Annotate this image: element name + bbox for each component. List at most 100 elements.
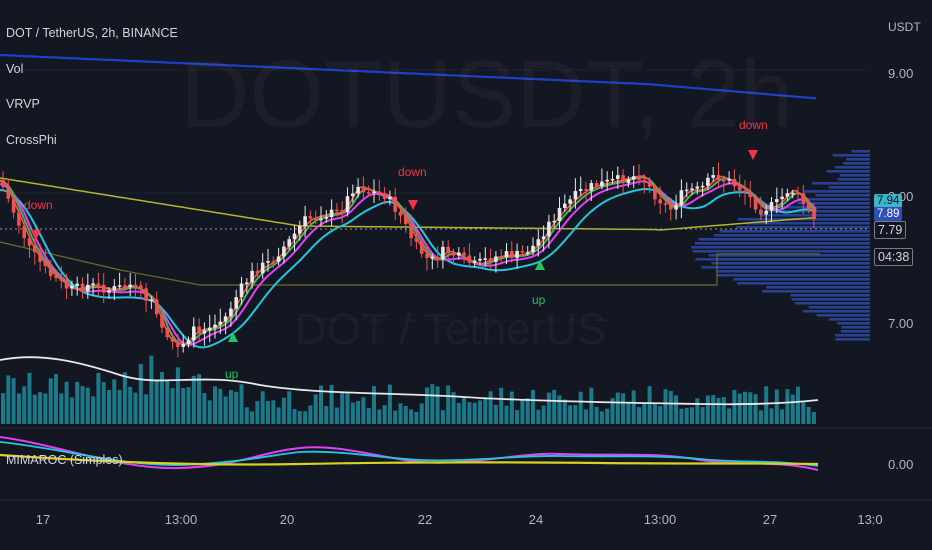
volume-bar (525, 398, 530, 424)
osc-label-zero: 0.00 (888, 457, 914, 472)
candle-body (154, 299, 159, 315)
price-chart[interactable] (0, 0, 932, 550)
candle-body (674, 205, 678, 210)
time-label-22: 22 (417, 512, 433, 527)
candle-body (303, 216, 307, 226)
volume-bar (239, 384, 244, 424)
candle-body (96, 283, 101, 285)
candle-body (117, 285, 122, 287)
candle-body (732, 179, 737, 187)
volume-bar (27, 372, 32, 424)
down-arrow-icon (408, 200, 418, 210)
candle-body (775, 199, 779, 203)
price-label-7: 7.00 (888, 316, 914, 331)
candle-body (578, 189, 583, 192)
profile-bar (835, 338, 870, 341)
profile-bar (714, 234, 870, 237)
candle-body (764, 210, 768, 215)
volume-bar (207, 400, 212, 424)
candle-body (435, 256, 440, 260)
candle-body (64, 280, 69, 289)
volume-bar (59, 393, 64, 424)
volume-bar (440, 410, 445, 424)
ma-long-line (0, 53, 817, 100)
candle-body (38, 252, 42, 262)
candle-body (510, 251, 514, 258)
candle-body (515, 251, 519, 258)
volume-bar (562, 399, 567, 424)
profile-bar (737, 282, 870, 285)
profile-bar (695, 258, 870, 261)
candle-body (22, 225, 26, 239)
volume-bar (806, 406, 811, 424)
volume-bar (663, 389, 668, 424)
volume-bar (133, 392, 138, 424)
candle-body (192, 326, 196, 341)
candle-body (642, 179, 647, 183)
volume-bar (467, 402, 472, 424)
volume-bar (202, 393, 207, 424)
candle-body (695, 186, 700, 189)
profile-bar (701, 266, 870, 269)
volume-bar (181, 388, 186, 424)
candle-body (250, 270, 254, 283)
volume-bar (716, 397, 721, 424)
volume-bar (668, 390, 673, 424)
indicator-crossphi[interactable]: CrossPhi (6, 133, 57, 147)
candle-body (785, 193, 790, 197)
profile-bar (837, 322, 870, 325)
volume-bar (308, 405, 313, 424)
candle-body (801, 193, 806, 204)
volume-bar (748, 392, 753, 424)
candle-body (669, 203, 673, 210)
candle-body (329, 209, 334, 218)
volume-bar (573, 405, 578, 424)
candle-body (616, 175, 620, 179)
volume-bar (409, 409, 414, 424)
candle-body (218, 321, 223, 325)
candle-body (409, 224, 413, 239)
indicator-vol[interactable]: Vol (6, 62, 23, 76)
volume-bar (520, 399, 525, 424)
profile-bar (776, 206, 870, 209)
candle-body (653, 186, 657, 200)
volume-bar (122, 372, 127, 424)
volume-bar (578, 391, 583, 424)
profile-bar (835, 334, 870, 337)
volume-bar (700, 407, 705, 424)
profile-bar (762, 290, 870, 293)
candle-body (626, 179, 631, 183)
indicator-vrvp[interactable]: VRVP (6, 97, 40, 111)
candle-body (520, 251, 525, 253)
ema-cyan-line (0, 187, 817, 349)
volume-bar (743, 391, 747, 424)
symbol-title[interactable]: DOT / TetherUS, 2h, BINANCE (6, 26, 178, 40)
candle-body (149, 299, 154, 302)
candle-body (451, 253, 456, 256)
profile-bar (815, 194, 870, 197)
profile-bar (698, 238, 870, 241)
candle-body (462, 252, 466, 256)
volume-bar (403, 405, 408, 424)
profile-bar (711, 262, 870, 265)
volume-bar (377, 409, 382, 424)
candle-body (123, 285, 127, 288)
volume-bar (626, 402, 631, 424)
volume-bar (144, 394, 149, 424)
time-label-1300-c: 13:0 (857, 512, 883, 527)
candle-body (388, 197, 392, 199)
volume-bar (228, 390, 233, 424)
volume-bar (690, 407, 694, 424)
volume-bar (557, 395, 562, 424)
candle-body (621, 175, 625, 183)
volume-bar (80, 386, 85, 424)
signal-label-up-2: up (532, 293, 546, 307)
time-label-24: 24 (528, 512, 544, 527)
candle-body (483, 258, 488, 260)
volume-bar (430, 384, 435, 424)
candle-body (711, 175, 715, 178)
candle-body (234, 297, 238, 309)
candle-body (690, 188, 694, 191)
indicator-mimaroc[interactable]: MIMAROC (Simples) (6, 453, 123, 467)
candle-body (531, 245, 535, 253)
